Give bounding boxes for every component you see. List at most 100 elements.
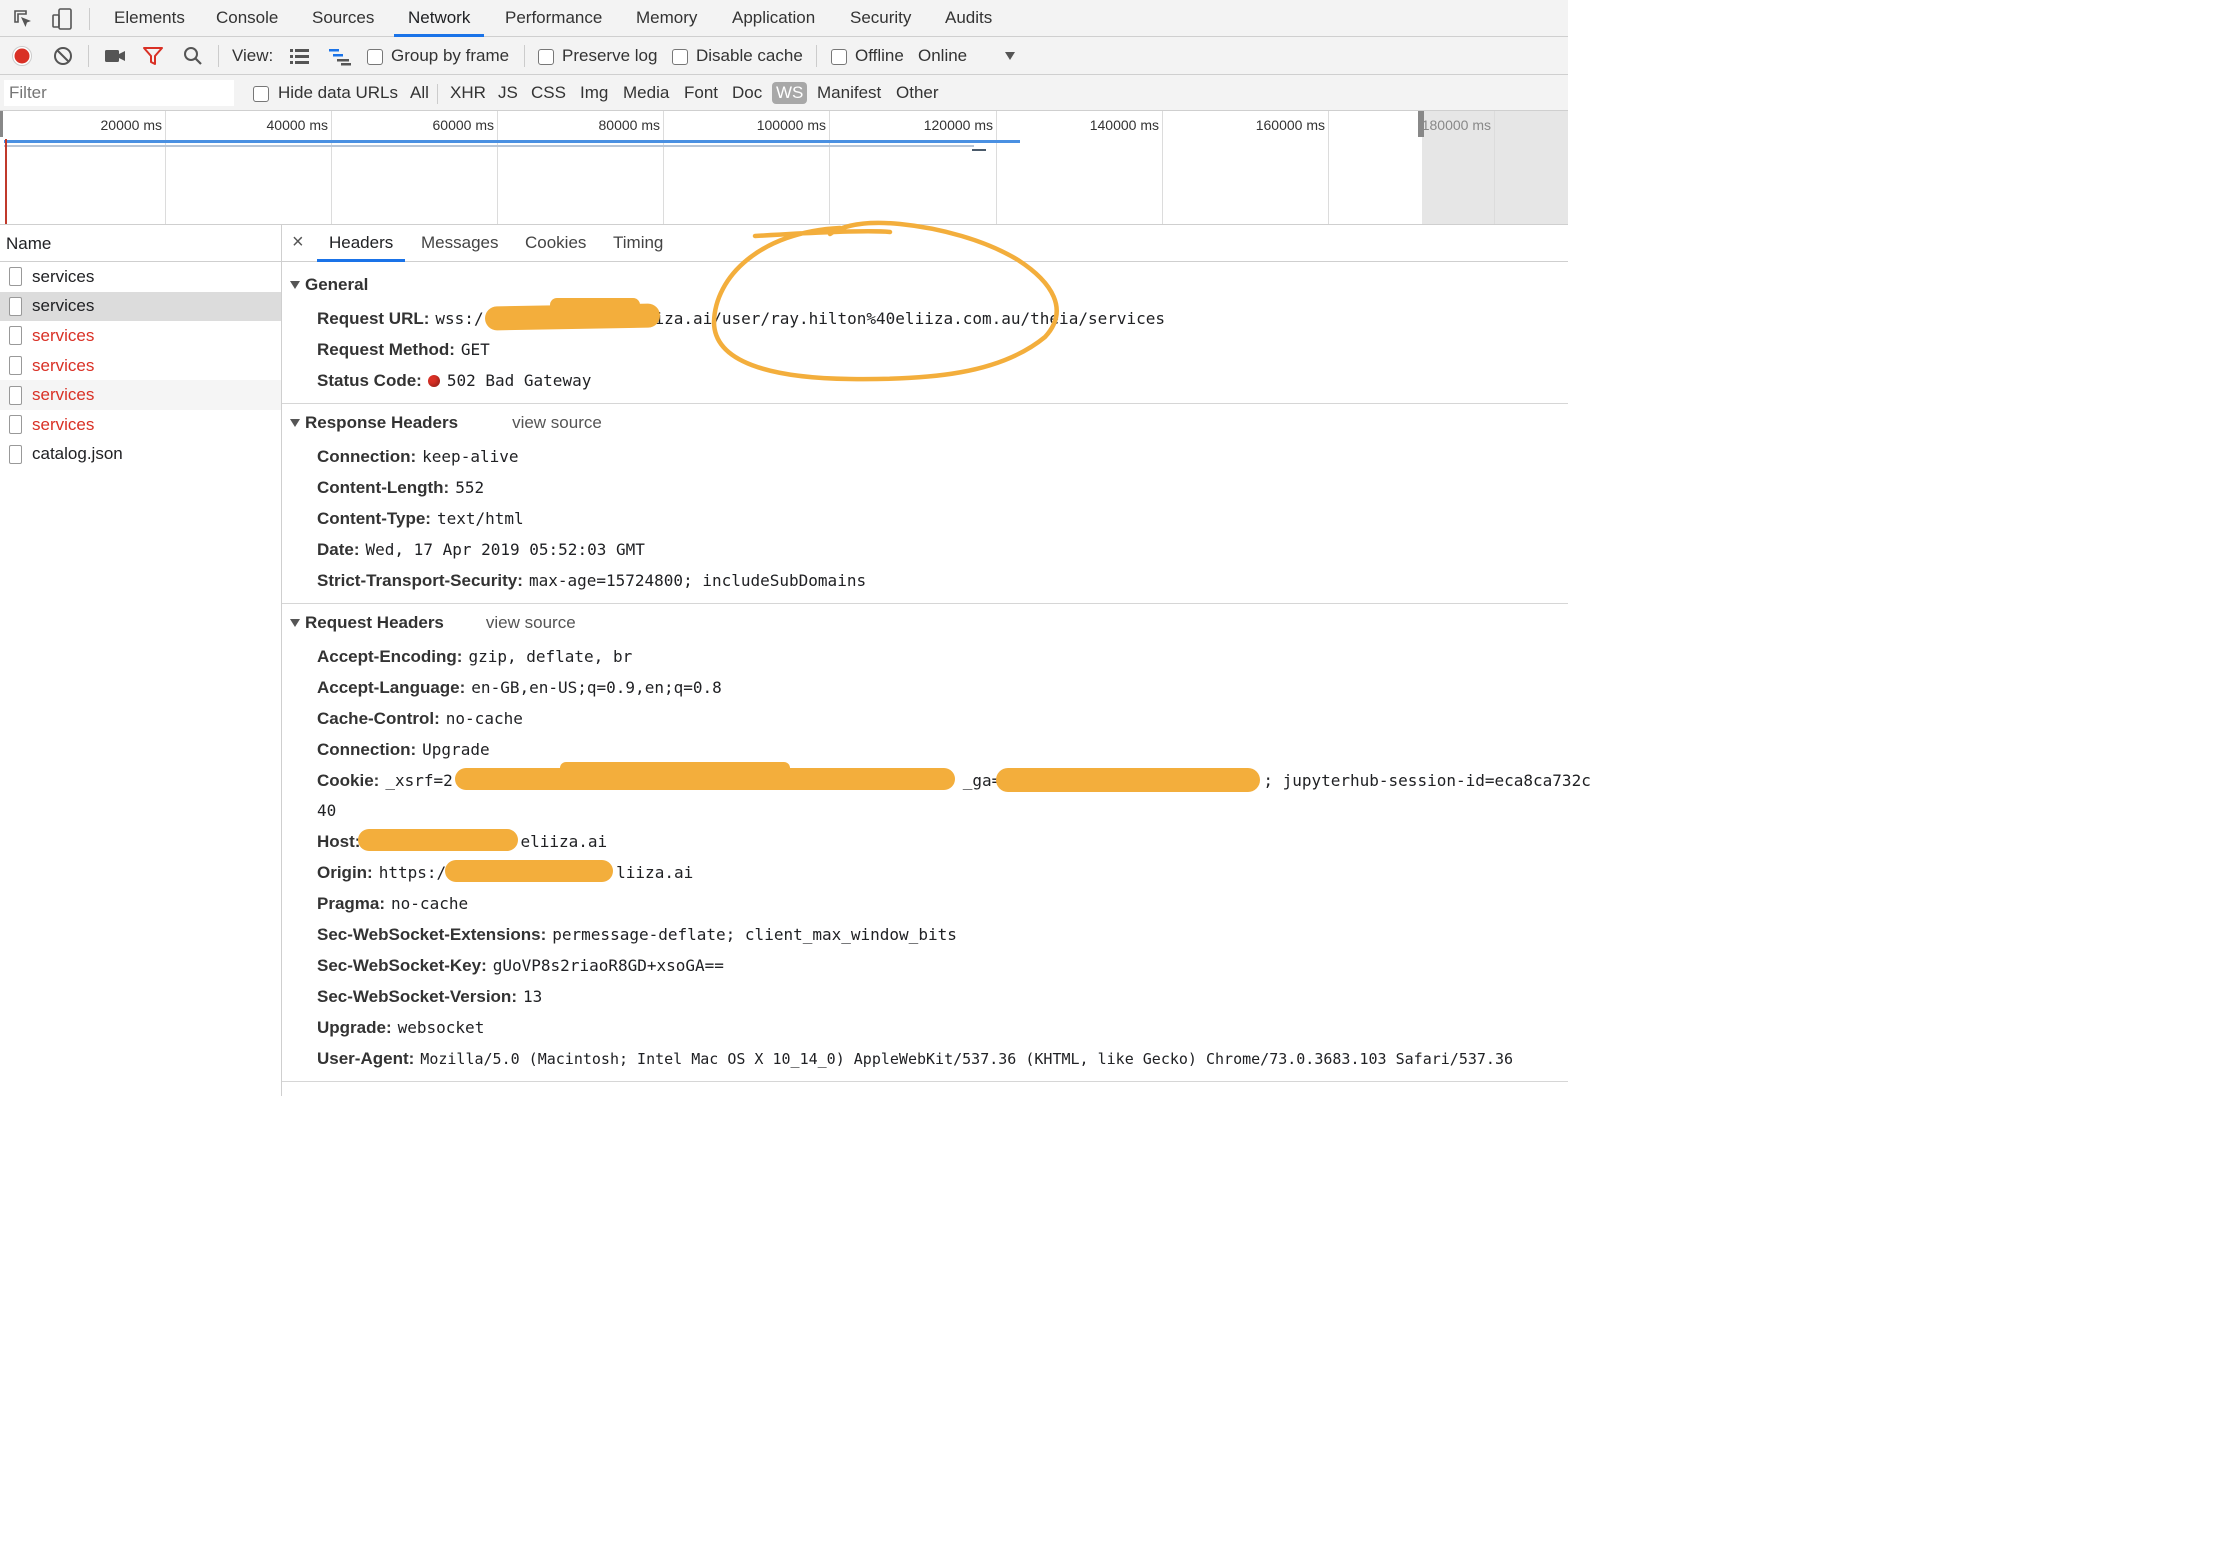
overview-waterfall-icon[interactable] [328, 46, 352, 66]
hide-data-urls-checkbox[interactable] [253, 86, 269, 102]
timeline-range-handle[interactable] [1418, 111, 1424, 137]
response-header-row: Strict-Transport-Security: max-age=157248… [317, 571, 866, 591]
request-row[interactable]: services [0, 321, 281, 351]
request-header-row: User-Agent: Mozilla/5.0 (Macintosh; Intel… [317, 1049, 1513, 1069]
view-source-link[interactable]: view source [486, 613, 576, 633]
filter-icon[interactable] [142, 45, 164, 67]
tab-cookies[interactable]: Cookies [525, 225, 586, 261]
header-value: 502 Bad Gateway [446, 371, 592, 390]
document-icon [9, 296, 22, 316]
filter-type-all[interactable]: All [408, 82, 431, 104]
section-title: Response Headers [305, 413, 459, 432]
network-toolbar: View: Group by frame Preserve log Disabl… [0, 37, 1568, 75]
header-key: Content-Type: [317, 509, 431, 528]
section-divider [282, 1081, 1568, 1082]
timeline-gridline [1328, 111, 1329, 224]
timeline-gridline [165, 111, 166, 224]
request-name: services [32, 296, 95, 316]
header-value: max-age=15724800; includeSubDomains [528, 571, 867, 590]
timeline-range-handle[interactable] [0, 111, 3, 137]
device-toolbar-icon[interactable] [50, 7, 74, 31]
filter-type-media[interactable]: Media [621, 82, 671, 104]
timeline-overview[interactable]: 20000 ms 40000 ms 60000 ms 80000 ms 1000… [0, 111, 1568, 225]
filter-type-ws[interactable]: WS [772, 82, 808, 104]
capture-screenshots-icon[interactable] [104, 46, 126, 66]
request-header-row: Sec-WebSocket-Extensions: permessage-defl… [317, 925, 957, 945]
filter-type-manifest[interactable]: Manifest [815, 82, 883, 104]
request-header-row: Pragma: no-cache [317, 894, 468, 914]
timeline-request-bar [4, 140, 1020, 143]
header-value: https:/ [378, 863, 447, 882]
close-icon[interactable]: × [292, 231, 304, 254]
group-by-frame-checkbox[interactable] [367, 49, 383, 65]
timeline-gridline [1162, 111, 1163, 224]
tab-security[interactable]: Security [850, 0, 911, 36]
request-row[interactable]: services [0, 262, 281, 292]
toolbar-divider [524, 45, 525, 67]
tab-application[interactable]: Application [732, 0, 815, 36]
timeline-tick-label: 20000 ms [100, 117, 162, 133]
timeline-tick-label: 40000 ms [266, 117, 328, 133]
request-row[interactable]: services [0, 291, 281, 322]
record-icon[interactable] [11, 45, 33, 67]
tab-headers[interactable]: Headers [317, 225, 406, 262]
header-status-code: Status Code: 502 Bad Gateway [317, 371, 591, 391]
request-row[interactable]: services [0, 351, 281, 381]
header-key: Connection: [317, 740, 417, 759]
triangle-down-icon [290, 419, 300, 427]
tab-audits[interactable]: Audits [945, 0, 992, 36]
request-name: services [32, 266, 95, 286]
tab-sources[interactable]: Sources [312, 0, 374, 36]
document-icon [9, 356, 22, 376]
tab-performance[interactable]: Performance [505, 0, 602, 36]
filter-type-img[interactable]: Img [578, 82, 610, 104]
hide-data-urls-label: Hide data URLs [278, 83, 399, 102]
request-header-row: Upgrade: websocket [317, 1018, 484, 1038]
filter-input[interactable] [4, 80, 234, 106]
toolbar-divider [89, 8, 90, 30]
clear-icon[interactable] [52, 45, 74, 67]
preserve-log-checkbox[interactable] [538, 49, 554, 65]
tab-console[interactable]: Console [216, 0, 278, 36]
triangle-down-icon [290, 281, 300, 289]
header-value: GET [460, 340, 490, 359]
offline-checkbox[interactable] [831, 49, 847, 65]
large-rows-icon[interactable] [289, 46, 311, 66]
header-value: wss:/ [435, 309, 484, 328]
header-value: _xsrf=2 [385, 771, 453, 790]
response-header-row: Date: Wed, 17 Apr 2019 05:52:03 GMT [317, 540, 645, 560]
header-key: Connection: [317, 447, 417, 466]
filter-type-doc[interactable]: Doc [730, 82, 764, 104]
response-headers-section-toggle[interactable]: Response Headers view source [290, 413, 602, 433]
document-icon [9, 385, 22, 405]
filter-type-font[interactable]: Font [682, 82, 720, 104]
request-row[interactable]: catalog.json [0, 440, 281, 470]
request-headers-section-toggle[interactable]: Request Headers view source [290, 613, 576, 633]
filter-type-js[interactable]: JS [496, 82, 520, 104]
header-value: eliiza.ai [520, 832, 608, 851]
timeline-gridline [829, 111, 830, 224]
view-source-link[interactable]: view source [512, 413, 602, 433]
group-by-frame-label: Group by frame [391, 46, 510, 65]
tab-messages[interactable]: Messages [421, 225, 498, 261]
general-section-toggle[interactable]: General [290, 275, 368, 295]
filter-type-other[interactable]: Other [894, 82, 941, 104]
tab-network[interactable]: Network [394, 0, 485, 37]
request-list: Name services services services services… [0, 225, 282, 1096]
filter-type-css[interactable]: CSS [529, 82, 568, 104]
disable-cache-checkbox[interactable] [672, 49, 688, 65]
header-key: Request Method: [317, 340, 455, 359]
tab-memory[interactable]: Memory [636, 0, 697, 36]
inspect-element-icon[interactable] [12, 8, 34, 30]
chevron-down-icon[interactable] [1003, 50, 1017, 62]
request-row[interactable]: services [0, 410, 281, 440]
tab-elements[interactable]: Elements [114, 0, 185, 36]
request-row[interactable]: services [0, 380, 281, 410]
header-value: no-cache [391, 894, 469, 913]
tab-timing[interactable]: Timing [613, 225, 663, 261]
name-column-header[interactable]: Name [0, 225, 281, 262]
filter-type-xhr[interactable]: XHR [448, 82, 488, 104]
request-header-row: Cache-Control: no-cache [317, 709, 523, 729]
throttling-select[interactable]: Online [918, 46, 967, 66]
search-icon[interactable] [182, 45, 204, 67]
